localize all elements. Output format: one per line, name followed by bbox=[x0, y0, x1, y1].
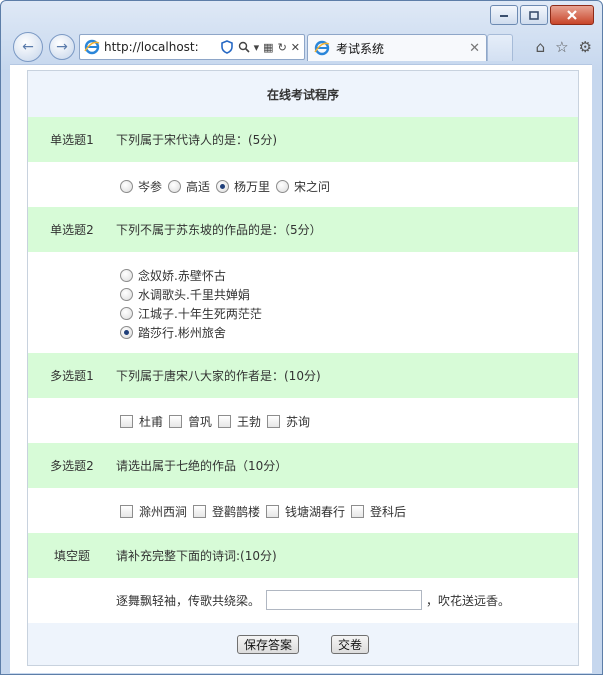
question-text: 下列属于宋代诗人的是：(5分) bbox=[116, 133, 277, 147]
checkbox-option[interactable]: 杜甫 bbox=[120, 413, 163, 430]
exam-form: 在线考试程序 单选题1 下列属于宋代诗人的是：(5分) 岑参 高适 杨万里 宋之… bbox=[27, 70, 579, 666]
address-text: http://localhost: bbox=[104, 40, 199, 54]
poem-blank-input[interactable] bbox=[266, 590, 423, 610]
close-icon bbox=[567, 10, 577, 20]
checkbox-option[interactable]: 曾巩 bbox=[169, 413, 212, 430]
poem-prefix: 逐舞飘轻袖，传歌共绕梁。 bbox=[116, 593, 261, 608]
question-number: 单选题1 bbox=[50, 133, 94, 147]
minimize-icon bbox=[500, 15, 508, 17]
question-number: 多选题2 bbox=[50, 459, 94, 473]
compat-view-icon[interactable]: ▦ bbox=[263, 41, 273, 54]
radio-button[interactable] bbox=[120, 287, 133, 301]
search-icon[interactable] bbox=[238, 41, 250, 53]
checkbox[interactable] bbox=[193, 505, 207, 518]
question-header: 多选题1 下列属于唐宋八大家的作者是：(10分) bbox=[28, 353, 578, 398]
settings-gear-icon[interactable]: ⚙ bbox=[579, 38, 592, 56]
page-title: 在线考试程序 bbox=[28, 71, 578, 117]
question-header: 单选题2 下列不属于苏东坡的作品的是：（5分） bbox=[28, 207, 578, 252]
radio-option[interactable]: 宋之问 bbox=[276, 178, 330, 195]
forward-button[interactable]: → bbox=[49, 34, 75, 60]
answer-row: 逐舞飘轻袖，传歌共绕梁。 ，吹花送远香。 bbox=[28, 578, 578, 623]
question-number: 多选题1 bbox=[50, 369, 94, 383]
navigation-bar: ← → http://localhost: ▾ ▦ ↻ ✕ 考试系统 ✕ ⌂ ☆ bbox=[1, 31, 602, 65]
checkbox-option[interactable]: 苏询 bbox=[267, 413, 310, 430]
answer-row: 念奴娇.赤壁怀古 水调歌头.千里共婵娟 江城子.十年生死两茫茫 踏莎行.彬州旅舍 bbox=[28, 252, 578, 353]
radio-button[interactable] bbox=[120, 268, 133, 282]
checkbox[interactable] bbox=[267, 415, 281, 428]
checkbox-option[interactable]: 钱塘湖春行 bbox=[266, 503, 345, 520]
forward-arrow-icon: → bbox=[56, 39, 68, 55]
shield-icon bbox=[220, 40, 233, 54]
question-text: 请选出属于七绝的作品（10分） bbox=[116, 459, 288, 473]
poem-suffix: ，吹花送远香。 bbox=[426, 593, 511, 608]
checkbox-option[interactable]: 滁州西涧 bbox=[120, 503, 187, 520]
radio-option[interactable]: 念奴娇.赤壁怀古 bbox=[120, 266, 262, 284]
radio-button-selected[interactable] bbox=[216, 180, 230, 193]
back-button[interactable]: ← bbox=[13, 32, 43, 62]
submit-exam-button[interactable]: 交卷 bbox=[331, 634, 370, 654]
question-text: 下列属于唐宋八大家的作者是：(10分) bbox=[116, 369, 321, 383]
checkbox[interactable] bbox=[120, 415, 133, 428]
checkbox[interactable] bbox=[266, 505, 280, 518]
radio-button[interactable] bbox=[276, 180, 290, 193]
page-content: 在线考试程序 单选题1 下列属于宋代诗人的是：(5分) 岑参 高适 杨万里 宋之… bbox=[10, 64, 592, 673]
save-answers-button[interactable]: 保存答案 bbox=[236, 634, 299, 654]
radio-option[interactable]: 杨万里 bbox=[216, 178, 270, 195]
ie-logo-icon bbox=[84, 39, 100, 55]
tab-exam-system[interactable]: 考试系统 ✕ bbox=[307, 34, 487, 61]
question-header: 填空题 请补充完整下面的诗词:(10分) bbox=[28, 533, 578, 578]
question-text: 请补充完整下面的诗词:(10分) bbox=[116, 549, 277, 563]
refresh-icon[interactable]: ↻ bbox=[278, 41, 287, 54]
question-text: 下列不属于苏东坡的作品的是：（5分） bbox=[116, 223, 322, 237]
radio-option[interactable]: 踏莎行.彬州旅舍 bbox=[120, 323, 262, 341]
radio-option[interactable]: 岑参 bbox=[120, 178, 162, 195]
minimize-button[interactable] bbox=[490, 5, 518, 25]
radio-button[interactable] bbox=[168, 180, 182, 193]
form-actions: 保存答案 交卷 bbox=[28, 623, 578, 665]
radio-option[interactable]: 水调歌头.千里共婵娟 bbox=[120, 285, 262, 303]
checkbox[interactable] bbox=[169, 415, 183, 428]
question-number: 填空题 bbox=[53, 549, 90, 563]
close-window-button[interactable] bbox=[550, 5, 594, 25]
radio-button-selected[interactable] bbox=[120, 325, 133, 339]
maximize-icon bbox=[529, 10, 539, 20]
question-header: 多选题2 请选出属于七绝的作品（10分） bbox=[28, 443, 578, 488]
question-header: 单选题1 下列属于宋代诗人的是：(5分) bbox=[28, 117, 578, 162]
tab-title: 考试系统 bbox=[336, 41, 385, 56]
favorites-star-icon[interactable]: ☆ bbox=[555, 38, 568, 56]
stop-icon[interactable]: ✕ bbox=[291, 41, 300, 54]
checkbox-option[interactable]: 登鹳鹊楼 bbox=[193, 503, 260, 520]
new-tab-button[interactable] bbox=[487, 34, 513, 61]
dropdown-icon[interactable]: ▾ bbox=[254, 41, 260, 54]
checkbox-option[interactable]: 登科后 bbox=[351, 503, 406, 520]
checkbox-option[interactable]: 王勃 bbox=[218, 413, 261, 430]
tab-close-icon[interactable]: ✕ bbox=[469, 41, 480, 56]
back-arrow-icon: ← bbox=[22, 39, 34, 55]
answer-row: 滁州西涧 登鹳鹊楼 钱塘湖春行 登科后 bbox=[28, 488, 578, 533]
answer-row: 岑参 高适 杨万里 宋之问 bbox=[28, 162, 578, 207]
radio-option[interactable]: 江城子.十年生死两茫茫 bbox=[120, 304, 262, 322]
checkbox[interactable] bbox=[351, 505, 365, 518]
question-number: 单选题2 bbox=[50, 223, 94, 237]
answer-row: 杜甫 曾巩 王勃 苏询 bbox=[28, 398, 578, 443]
browser-window: ← → http://localhost: ▾ ▦ ↻ ✕ 考试系统 ✕ ⌂ ☆ bbox=[0, 0, 603, 675]
address-bar[interactable]: http://localhost: ▾ ▦ ↻ ✕ bbox=[79, 34, 305, 60]
window-controls bbox=[490, 5, 594, 25]
radio-button[interactable] bbox=[120, 180, 133, 193]
ie-tab-icon bbox=[314, 40, 330, 56]
checkbox[interactable] bbox=[120, 505, 133, 518]
radio-button[interactable] bbox=[120, 306, 133, 320]
radio-option[interactable]: 高适 bbox=[168, 178, 210, 195]
maximize-button[interactable] bbox=[520, 5, 548, 25]
checkbox[interactable] bbox=[218, 415, 232, 428]
home-icon[interactable]: ⌂ bbox=[536, 38, 546, 56]
